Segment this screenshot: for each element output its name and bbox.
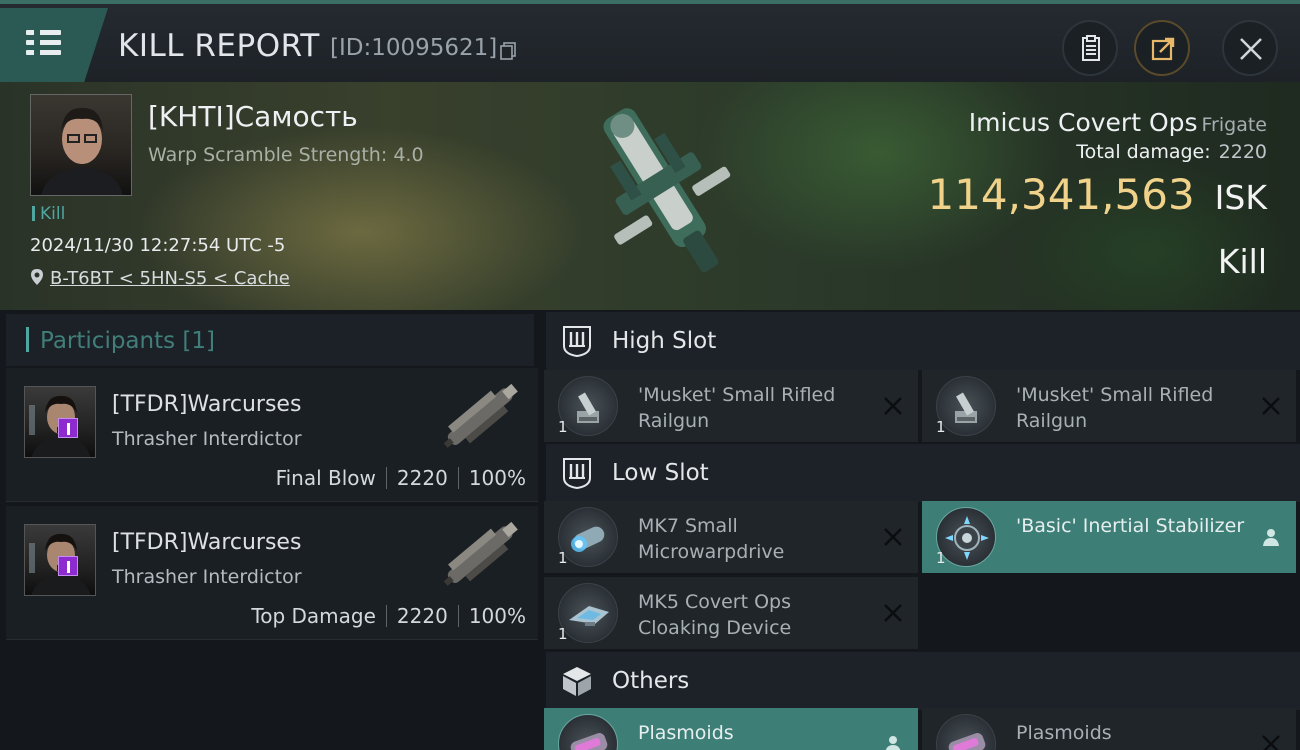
- participants-title: Participants [1]: [40, 328, 216, 354]
- total-damage-value: 2220: [1218, 141, 1267, 163]
- module-name: 'Musket' Small Rifled Railgun: [1016, 384, 1214, 432]
- destroyed-x-icon: [1262, 397, 1280, 415]
- kill-tag-label: Kill: [40, 204, 66, 224]
- share-button[interactable]: [1134, 20, 1190, 76]
- others-header: Others: [546, 652, 1300, 710]
- low-slot-header: Low Slot: [546, 444, 1300, 502]
- header-bar: KILL REPORT [ID:10095621]: [0, 0, 1300, 82]
- corp-badge-icon: [58, 556, 78, 576]
- menu-button[interactable]: [0, 8, 108, 82]
- participant-percent: 100%: [468, 466, 526, 490]
- module-item[interactable]: 1 'Basic' Inertial Stabilizer: [922, 501, 1296, 573]
- module-item[interactable]: 1 MK5 Covert Ops Cloaking Device: [544, 577, 918, 649]
- high-slot-icon: [563, 326, 591, 358]
- module-name: Plasmoids: [1016, 722, 1112, 744]
- module-qty: 1: [936, 418, 946, 436]
- destroyed-x-icon: [1262, 735, 1280, 750]
- low-slot-icon: [563, 458, 591, 490]
- high-slot-title: High Slot: [612, 328, 717, 354]
- isk-value-line: 114,341,563 ISK: [927, 170, 1267, 219]
- location-pin-icon: [31, 269, 43, 285]
- module-item[interactable]: 1 'Musket' Small Rifled Railgun: [922, 370, 1296, 442]
- high-slot-header: High Slot: [546, 312, 1300, 370]
- clipboard-icon: [1082, 35, 1100, 61]
- victim-ship-name: Imicus Covert Ops: [968, 108, 1198, 137]
- dropped-person-icon: [1263, 529, 1279, 546]
- participant-ship: Thrasher Interdictor: [112, 566, 302, 588]
- destroyed-x-icon: [884, 397, 902, 415]
- module-item[interactable]: 1 'Musket' Small Rifled Railgun: [544, 370, 918, 442]
- participant-role: Final Blow: [275, 466, 376, 490]
- victim-ship-class: Frigate: [1201, 114, 1267, 136]
- participant-row[interactable]: [TFDR]Warcurses Thrasher Interdictor Fin…: [6, 368, 538, 502]
- participants-panel: Participants [1] [TFDR]Warcurses Thrashe…: [0, 310, 540, 750]
- dropped-person-icon: [885, 736, 901, 750]
- copy-icon[interactable]: [500, 42, 516, 60]
- participant-damage: 2220: [396, 466, 448, 490]
- victim-ship-render: [603, 108, 731, 273]
- close-icon: [1240, 38, 1262, 60]
- location-link[interactable]: B-T6BT < 5HN-S5 < Cache: [50, 268, 290, 289]
- plasmoid-icon: [558, 714, 618, 750]
- module-item[interactable]: Plasmoids: [544, 708, 918, 750]
- module-qty: 1: [558, 418, 568, 436]
- report-id: [ID:10095621]: [330, 35, 498, 61]
- module-name: MK5 Covert Ops Cloaking Device: [638, 591, 792, 639]
- destroyed-x-icon: [884, 604, 902, 622]
- kill-timestamp: 2024/11/30 12:27:54 UTC -5: [30, 235, 286, 256]
- participant-percent: 100%: [468, 604, 526, 628]
- cargo-box-icon: [563, 667, 591, 696]
- total-damage-label: Total damage:: [1076, 141, 1211, 163]
- clipboard-button[interactable]: [1062, 20, 1118, 76]
- victim-ship-line[interactable]: Imicus Covert Ops Frigate: [969, 108, 1267, 137]
- participant-role: Top Damage: [251, 604, 376, 628]
- low-slot-title: Low Slot: [612, 460, 709, 486]
- module-qty: 1: [558, 549, 568, 567]
- victim-name[interactable]: [KHTI]Самость: [148, 100, 358, 133]
- victim-banner: [KHTI]Самость Warp Scramble Strength: 4.…: [0, 82, 1300, 310]
- module-name: Plasmoids: [638, 722, 734, 744]
- module-item[interactable]: 1 MK7 Small Microwarpdrive: [544, 501, 918, 573]
- corp-badge-icon: [58, 418, 78, 438]
- warp-scramble-value: 4.0: [393, 144, 424, 166]
- kill-tag: Kill: [32, 204, 65, 224]
- participant-stats: Top Damage 2220 100%: [251, 604, 526, 628]
- plasmoid-icon: [936, 714, 996, 750]
- isk-value: 114,341,563: [927, 170, 1195, 219]
- result-label: Kill: [1217, 242, 1267, 281]
- module-qty: 1: [936, 549, 946, 567]
- participant-ship: Thrasher Interdictor: [112, 428, 302, 450]
- module-name: MK7 Small Microwarpdrive: [638, 515, 785, 563]
- others-title: Others: [612, 668, 690, 694]
- participant-name[interactable]: [TFDR]Warcurses: [112, 392, 301, 417]
- victim-avatar[interactable]: [30, 94, 132, 196]
- destroyed-x-icon: [884, 528, 902, 546]
- module-qty: 1: [558, 625, 568, 643]
- warp-scramble-label: Warp Scramble Strength:: [148, 144, 388, 166]
- page-title: KILL REPORT: [118, 28, 320, 64]
- participant-row[interactable]: [TFDR]Warcurses Thrasher Interdictor Top…: [6, 506, 538, 640]
- participant-ship-icon: [443, 521, 518, 586]
- participants-count: [1]: [182, 328, 216, 354]
- share-icon: [1151, 37, 1175, 61]
- warp-scramble-line: Warp Scramble Strength: 4.0: [148, 144, 424, 166]
- participant-ship-icon: [443, 383, 518, 448]
- participant-damage: 2220: [396, 604, 448, 628]
- kill-location[interactable]: B-T6BT < 5HN-S5 < Cache: [30, 268, 290, 289]
- module-name: 'Basic' Inertial Stabilizer: [1016, 515, 1245, 537]
- participant-stats: Final Blow 2220 100%: [276, 466, 526, 490]
- module-name: 'Musket' Small Rifled Railgun: [638, 384, 836, 432]
- isk-unit: ISK: [1214, 178, 1267, 217]
- total-damage-line: Total damage: 2220: [1076, 141, 1267, 163]
- module-item[interactable]: Plasmoids: [922, 708, 1296, 750]
- close-button[interactable]: [1222, 20, 1278, 76]
- fitting-panel: High Slot 1 'Musket' Small Rifled Railgu…: [540, 310, 1300, 750]
- participants-header: Participants [1]: [6, 314, 534, 366]
- participant-name[interactable]: [TFDR]Warcurses: [112, 530, 301, 555]
